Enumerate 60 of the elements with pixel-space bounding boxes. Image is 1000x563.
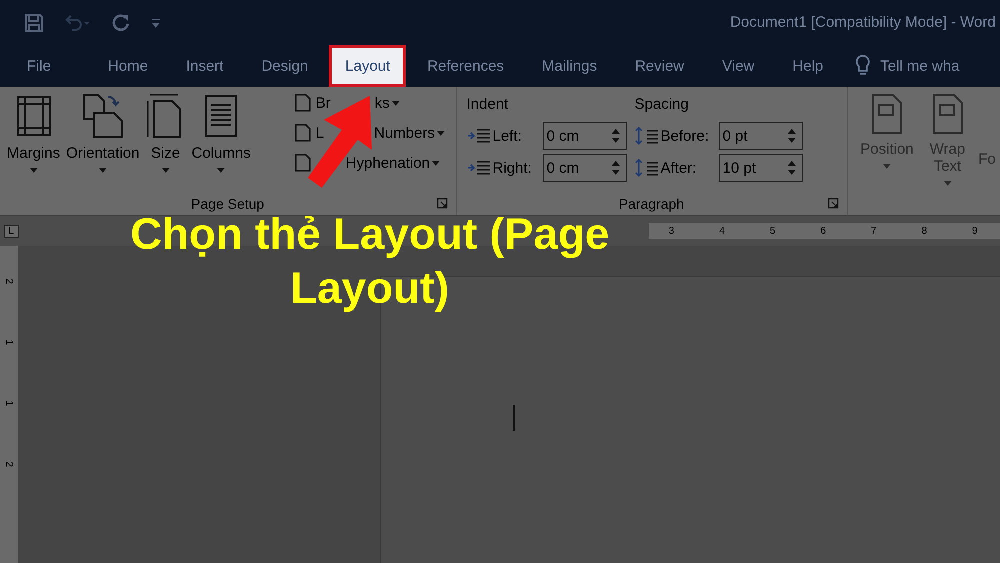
ribbon-tab[interactable]: File (8, 45, 90, 87)
caret-icon (162, 168, 170, 173)
window-title: Document1 [Compatibility Mode] - Word (730, 14, 997, 31)
spin-field[interactable]: 0 cm (542, 122, 627, 150)
ribbon-tab[interactable]: Review (616, 45, 704, 87)
indent-label: Indent (466, 95, 510, 115)
vertical-ruler[interactable]: 2 1 1 2 (0, 246, 18, 563)
dialog-launcher-icon[interactable] (828, 198, 839, 209)
document-icon (870, 93, 904, 135)
ribbon-button[interactable]: Size (142, 93, 189, 193)
caret-icon (883, 164, 892, 169)
spacing-label: Spacing (634, 95, 690, 115)
field-label: After: (660, 160, 698, 176)
ribbon-tab[interactable]: Design (242, 45, 328, 87)
save-icon[interactable] (24, 12, 44, 32)
spin-arrows-icon (612, 128, 620, 144)
caret-icon (437, 130, 446, 136)
ribbon-button[interactable]: Hyphenation (292, 153, 446, 173)
dialog-launcher-icon[interactable] (436, 198, 448, 209)
caret-icon (392, 100, 400, 106)
caret-icon (99, 168, 108, 173)
ribbon-button[interactable]: L Numbers (292, 123, 446, 143)
ribbon-tab[interactable]: View (703, 45, 774, 87)
spin-arrows-icon (788, 160, 796, 176)
ribbon-button[interactable]: Columns (188, 93, 254, 193)
group-label: Paragraph (618, 196, 684, 212)
ribbon-tab[interactable]: Mailings (523, 45, 616, 87)
group-label: Page Setup (191, 196, 264, 212)
text-cursor (513, 405, 515, 431)
ribbon-tab[interactable]: Home (89, 45, 168, 87)
spin-arrows-icon (788, 128, 796, 144)
document-icon (930, 93, 965, 135)
caret-icon (217, 168, 226, 173)
ribbon-button[interactable]: Margins (4, 93, 64, 193)
caret-icon (944, 181, 952, 186)
ribbon-tab[interactable]: References (408, 45, 524, 87)
spin-field[interactable]: 0 cm (542, 154, 627, 182)
caret-icon (30, 168, 38, 173)
indent-icon (466, 159, 491, 177)
ribbon-tab[interactable]: Insert (167, 45, 243, 87)
spin-field[interactable]: 10 pt (718, 154, 803, 182)
ribbon-tab[interactable]: Layout (329, 45, 406, 87)
field-label: Left: (492, 128, 523, 144)
field-label: Before: (660, 128, 710, 144)
ribbon-button[interactable]: Br ks (292, 93, 446, 113)
ribbon-tab[interactable]: Help (774, 45, 842, 87)
tell-me-search[interactable]: Tell me wha (880, 58, 960, 74)
horizontal-ruler[interactable]: 3 4 5 6 7 8 9 (648, 223, 1000, 239)
spacing-icon (634, 127, 659, 145)
lightbulb-icon[interactable] (854, 54, 870, 78)
ribbon-button-label[interactable]: Fo (978, 151, 996, 215)
caret-icon (432, 160, 440, 166)
field-label: Right: (492, 160, 533, 176)
ribbon-button[interactable]: Orientation (63, 93, 143, 193)
tab-stop-selector[interactable]: L (4, 224, 19, 238)
indent-icon (466, 127, 491, 145)
spacing-icon (634, 159, 659, 177)
redo-icon[interactable] (110, 12, 132, 34)
spin-arrows-icon (612, 160, 620, 176)
spin-field[interactable]: 0 pt (718, 122, 803, 150)
